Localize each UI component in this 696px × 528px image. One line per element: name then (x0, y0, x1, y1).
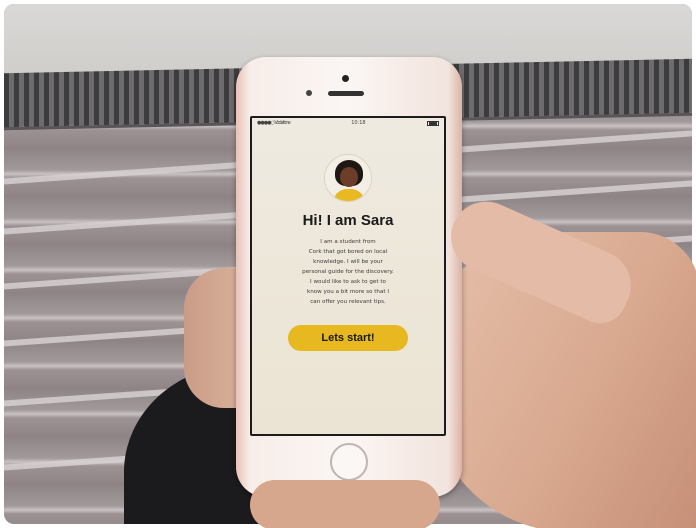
finger (250, 480, 440, 528)
greeting-title: Hi! I am Sara (302, 212, 394, 229)
status-bar: ●●●●○ Vodafone 10:18 (252, 118, 444, 128)
smartphone: ●●●●○ Vodafone 10:18 Hi! I am Sara I am … (236, 57, 462, 497)
intro-line: I am a student from (320, 239, 376, 245)
avatar-face (340, 167, 358, 187)
carrier-label: ●●●●○ Vodafone (257, 120, 291, 126)
intro-line: I would like to ask to get to (310, 279, 386, 285)
woman-avatar-icon (324, 154, 372, 202)
intro-line: can offer you relevant tips. (310, 299, 386, 305)
intro-line: know you a bit more so that I (306, 289, 390, 295)
intro-line: personal guide for the discovery. (302, 269, 394, 275)
lets-start-button[interactable]: Lets start! (288, 325, 408, 351)
battery-icon (427, 120, 439, 126)
intro-text: I am a student from Cork that got bored … (278, 237, 418, 307)
phone-screen: ●●●●○ Vodafone 10:18 Hi! I am Sara I am … (250, 116, 446, 436)
status-time: 10:18 (351, 120, 366, 126)
proximity-sensor (306, 90, 312, 96)
front-camera (342, 75, 349, 82)
intro-line: Cork that got bored on local (308, 249, 388, 255)
avatar-body (333, 189, 365, 201)
home-button-icon[interactable] (330, 443, 368, 481)
earpiece-speaker (328, 91, 364, 96)
intro-line: knowledge. I will be your (313, 259, 383, 265)
